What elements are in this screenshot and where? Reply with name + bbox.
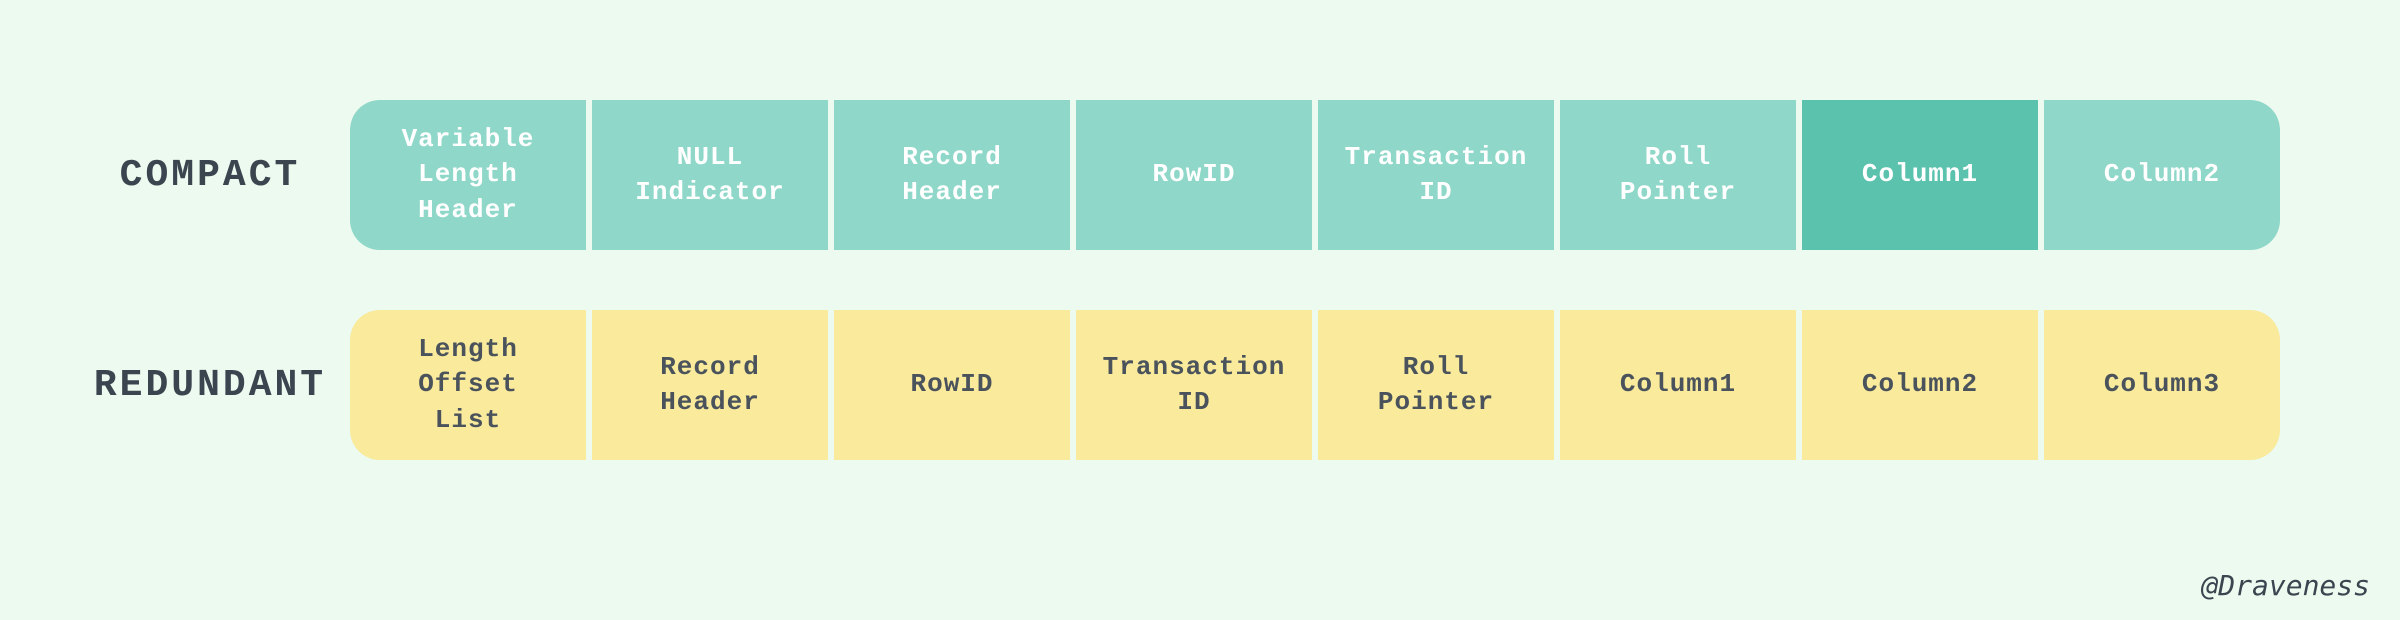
credit-text: @Draveness bbox=[2201, 569, 2370, 602]
cell-transaction-id-2: Transaction ID bbox=[1076, 310, 1312, 460]
cell-rowid: RowID bbox=[1076, 100, 1312, 250]
row-redundant: REDUNDANT Length Offset List Record Head… bbox=[90, 310, 2280, 460]
cell-column3: Column3 bbox=[2044, 310, 2280, 460]
cell-variable-length-header: Variable Length Header bbox=[350, 100, 586, 250]
cell-rowid-2: RowID bbox=[834, 310, 1070, 460]
cell-record-header: Record Header bbox=[834, 100, 1070, 250]
cell-roll-pointer: Roll Pointer bbox=[1560, 100, 1796, 250]
cell-column1: Column1 bbox=[1802, 100, 2038, 250]
cell-roll-pointer-2: Roll Pointer bbox=[1318, 310, 1554, 460]
row-compact: COMPACT Variable Length Header NULL Indi… bbox=[90, 100, 2280, 250]
cell-column2-2: Column2 bbox=[1802, 310, 2038, 460]
cell-column2: Column2 bbox=[2044, 100, 2280, 250]
cell-record-header-2: Record Header bbox=[592, 310, 828, 460]
row-label-compact: COMPACT bbox=[90, 154, 330, 197]
cell-length-offset-list: Length Offset List bbox=[350, 310, 586, 460]
cells-redundant: Length Offset List Record Header RowID T… bbox=[350, 310, 2280, 460]
row-label-redundant: REDUNDANT bbox=[90, 364, 330, 407]
cell-column1-2: Column1 bbox=[1560, 310, 1796, 460]
cell-transaction-id: Transaction ID bbox=[1318, 100, 1554, 250]
cells-compact: Variable Length Header NULL Indicator Re… bbox=[350, 100, 2280, 250]
cell-null-indicator: NULL Indicator bbox=[592, 100, 828, 250]
